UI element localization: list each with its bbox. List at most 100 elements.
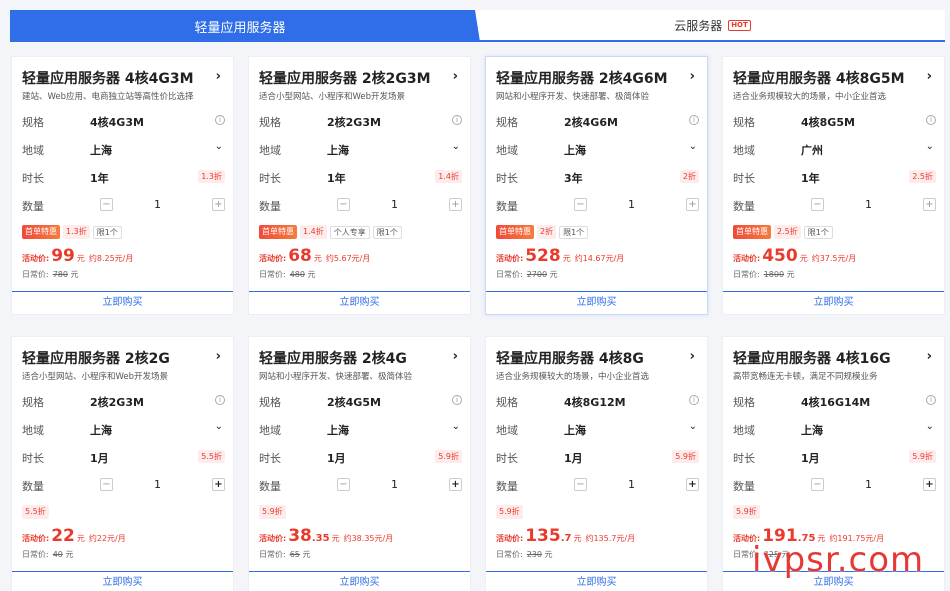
original-price-value: 65 xyxy=(289,550,300,559)
quantity-plus-button[interactable]: + xyxy=(449,198,462,211)
price-per-month: 约14.67元/月 xyxy=(574,254,625,263)
duration-row[interactable]: 时长 1月 5.9折 xyxy=(496,447,699,467)
buy-now-button[interactable]: 立即购买 xyxy=(249,291,470,314)
region-select[interactable]: 地域 上海 ⌄ xyxy=(733,419,936,439)
quantity-value[interactable]: 1 xyxy=(154,198,161,211)
chevron-down-icon[interactable]: ⌄ xyxy=(926,141,934,152)
chevron-right-icon[interactable]: › xyxy=(927,69,932,84)
quantity-minus-button[interactable]: − xyxy=(337,198,350,211)
region-label: 地域 xyxy=(733,144,755,157)
quantity-value[interactable]: 1 xyxy=(391,478,398,491)
chevron-down-icon[interactable]: ⌄ xyxy=(689,421,697,432)
region-select[interactable]: 地域 广州 ⌄ xyxy=(733,139,936,159)
region-select[interactable]: 地域 上海 ⌄ xyxy=(259,139,462,159)
info-icon[interactable]: i xyxy=(452,395,462,405)
quantity-plus-button[interactable]: + xyxy=(686,478,699,491)
quantity-plus-button[interactable]: + xyxy=(212,198,225,211)
quantity-minus-button[interactable]: − xyxy=(100,198,113,211)
card-title[interactable]: 轻量应用服务器 2核2G3M xyxy=(259,68,431,88)
info-icon[interactable]: i xyxy=(689,395,699,405)
region-select[interactable]: 地域 上海 ⌄ xyxy=(496,419,699,439)
card-title[interactable]: 轻量应用服务器 4核16G xyxy=(733,348,891,368)
chevron-down-icon[interactable]: ⌄ xyxy=(689,141,697,152)
region-select[interactable]: 地域 上海 ⌄ xyxy=(22,419,225,439)
info-icon[interactable]: i xyxy=(926,395,936,405)
card-title[interactable]: 轻量应用服务器 2核4G xyxy=(259,348,407,368)
info-icon[interactable]: i xyxy=(926,115,936,125)
duration-row[interactable]: 时长 1年 1.4折 xyxy=(259,167,462,187)
region-label: 地域 xyxy=(733,424,755,437)
quantity-label: 数量 xyxy=(496,200,518,213)
card-title[interactable]: 轻量应用服务器 4核8G xyxy=(496,348,644,368)
tab-lightweight-server[interactable]: 轻量应用服务器 xyxy=(10,10,480,42)
quantity-value[interactable]: 1 xyxy=(865,478,872,491)
duration-row[interactable]: 时长 1月 5.9折 xyxy=(259,447,462,467)
quantity-minus-button[interactable]: − xyxy=(811,478,824,491)
chevron-right-icon[interactable]: › xyxy=(690,69,695,84)
chevron-down-icon[interactable]: ⌄ xyxy=(452,141,460,152)
tab-cloud-server[interactable]: 云服务器 HOT xyxy=(480,10,945,40)
duration-row[interactable]: 时长 1年 2.5折 xyxy=(733,167,936,187)
chevron-right-icon[interactable]: › xyxy=(927,349,932,364)
region-select[interactable]: 地域 上海 ⌄ xyxy=(496,139,699,159)
chevron-right-icon[interactable]: › xyxy=(453,69,458,84)
quantity-minus-button[interactable]: − xyxy=(574,478,587,491)
duration-discount-badge: 1.3折 xyxy=(198,170,225,183)
quantity-value[interactable]: 1 xyxy=(391,198,398,211)
quantity-minus-button[interactable]: − xyxy=(100,478,113,491)
buy-now-button[interactable]: 立即购买 xyxy=(723,291,944,314)
quantity-plus-button[interactable]: + xyxy=(212,478,225,491)
chevron-down-icon[interactable]: ⌄ xyxy=(215,141,223,152)
price-per-month: 约8.25元/月 xyxy=(88,254,134,263)
price-decimal: .7 xyxy=(560,533,572,544)
quantity-plus-button[interactable]: + xyxy=(923,478,936,491)
quantity-value[interactable]: 1 xyxy=(628,198,635,211)
quantity-plus-button[interactable]: + xyxy=(686,198,699,211)
chevron-right-icon[interactable]: › xyxy=(216,349,221,364)
price-unit: 元 xyxy=(573,534,582,543)
quantity-plus-button[interactable]: + xyxy=(449,478,462,491)
card-title[interactable]: 轻量应用服务器 4核4G3M xyxy=(22,68,194,88)
spec-label: 规格 xyxy=(22,396,44,409)
chevron-right-icon[interactable]: › xyxy=(216,69,221,84)
promo-tags: 5.9折 xyxy=(259,505,289,519)
chevron-down-icon[interactable]: ⌄ xyxy=(452,421,460,432)
card-title[interactable]: 轻量应用服务器 2核2G xyxy=(22,348,170,368)
quantity-value[interactable]: 1 xyxy=(628,478,635,491)
card-title[interactable]: 轻量应用服务器 2核4G6M xyxy=(496,68,668,88)
original-price-label: 日常价: xyxy=(733,270,760,279)
price-value: 99 xyxy=(51,246,75,266)
quantity-stepper: − 1 + xyxy=(801,195,936,215)
chevron-right-icon[interactable]: › xyxy=(453,349,458,364)
buy-now-button[interactable]: 立即购买 xyxy=(12,291,233,314)
quantity-minus-button[interactable]: − xyxy=(337,478,350,491)
duration-row[interactable]: 时长 1月 5.9折 xyxy=(733,447,936,467)
chevron-down-icon[interactable]: ⌄ xyxy=(215,421,223,432)
hot-badge: HOT xyxy=(728,19,751,31)
buy-now-button[interactable]: 立即购买 xyxy=(249,571,470,591)
duration-row[interactable]: 时长 1年 1.3折 xyxy=(22,167,225,187)
duration-row[interactable]: 时长 1月 5.5折 xyxy=(22,447,225,467)
card-title[interactable]: 轻量应用服务器 4核8G5M xyxy=(733,68,905,88)
buy-now-button[interactable]: 立即购买 xyxy=(12,571,233,591)
buy-now-button[interactable]: 立即购买 xyxy=(486,571,707,591)
duration-row[interactable]: 时长 3年 2折 xyxy=(496,167,699,187)
info-icon[interactable]: i xyxy=(452,115,462,125)
info-icon[interactable]: i xyxy=(215,395,225,405)
info-icon[interactable]: i xyxy=(215,115,225,125)
buy-now-button[interactable]: 立即购买 xyxy=(486,291,707,314)
quantity-plus-button[interactable]: + xyxy=(923,198,936,211)
quantity-minus-button[interactable]: − xyxy=(811,198,824,211)
quantity-value[interactable]: 1 xyxy=(865,198,872,211)
chevron-down-icon[interactable]: ⌄ xyxy=(926,421,934,432)
info-icon[interactable]: i xyxy=(689,115,699,125)
quantity-value[interactable]: 1 xyxy=(154,478,161,491)
first-order-tag: 首单特惠 xyxy=(259,225,297,239)
chevron-right-icon[interactable]: › xyxy=(690,349,695,364)
region-select[interactable]: 地域 上海 ⌄ xyxy=(22,139,225,159)
region-select[interactable]: 地域 上海 ⌄ xyxy=(259,419,462,439)
quantity-minus-button[interactable]: − xyxy=(574,198,587,211)
original-price-value: 2700 xyxy=(526,270,548,279)
original-price-unit: 元 xyxy=(544,550,553,559)
spec-label: 规格 xyxy=(496,396,518,409)
